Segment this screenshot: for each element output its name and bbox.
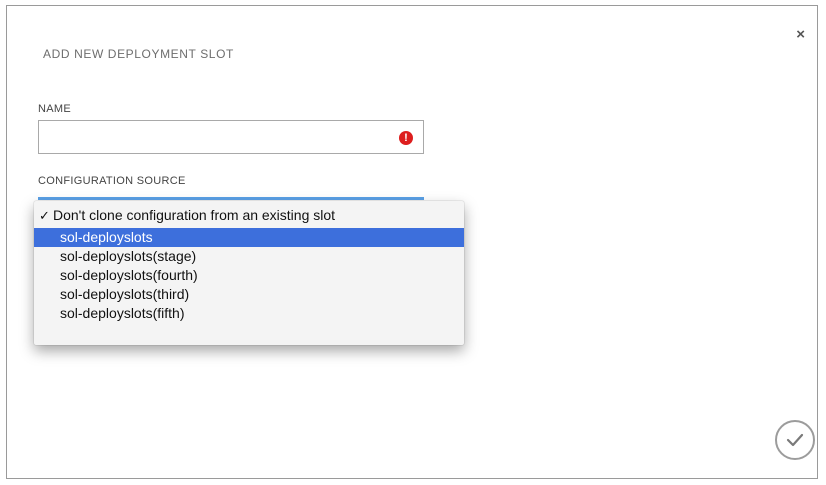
configuration-source-select[interactable] <box>38 197 424 200</box>
error-icon: ! <box>399 131 413 145</box>
dialog-title: ADD NEW DEPLOYMENT SLOT <box>43 47 234 61</box>
option-sol-deployslots-stage[interactable]: sol-deployslots(stage) <box>34 247 464 266</box>
option-label: Don't clone configuration from an existi… <box>53 207 336 223</box>
name-label: NAME <box>38 103 71 115</box>
checkmark-icon <box>786 433 804 447</box>
name-input[interactable] <box>38 120 424 154</box>
option-sol-deployslots-fourth[interactable]: sol-deployslots(fourth) <box>34 266 464 285</box>
check-icon: ✓ <box>39 208 50 223</box>
option-sol-deployslots-fifth[interactable]: sol-deployslots(fifth) <box>34 304 464 323</box>
option-dont-clone[interactable]: ✓ Don't clone configuration from an exist… <box>34 206 464 225</box>
close-icon[interactable]: × <box>796 26 805 43</box>
option-label: sol-deployslots(fourth) <box>60 267 198 283</box>
configuration-source-label: CONFIGURATION SOURCE <box>38 175 186 187</box>
ok-button[interactable] <box>775 420 815 460</box>
option-label: sol-deployslots(third) <box>60 286 190 302</box>
configuration-source-dropdown: ✓ Don't clone configuration from an exist… <box>34 201 464 345</box>
option-label: sol-deployslots <box>60 229 153 245</box>
option-label: sol-deployslots(stage) <box>60 248 197 264</box>
option-sol-deployslots-third[interactable]: sol-deployslots(third) <box>34 285 464 304</box>
option-sol-deployslots[interactable]: sol-deployslots <box>34 228 464 247</box>
option-label: sol-deployslots(fifth) <box>60 305 185 321</box>
